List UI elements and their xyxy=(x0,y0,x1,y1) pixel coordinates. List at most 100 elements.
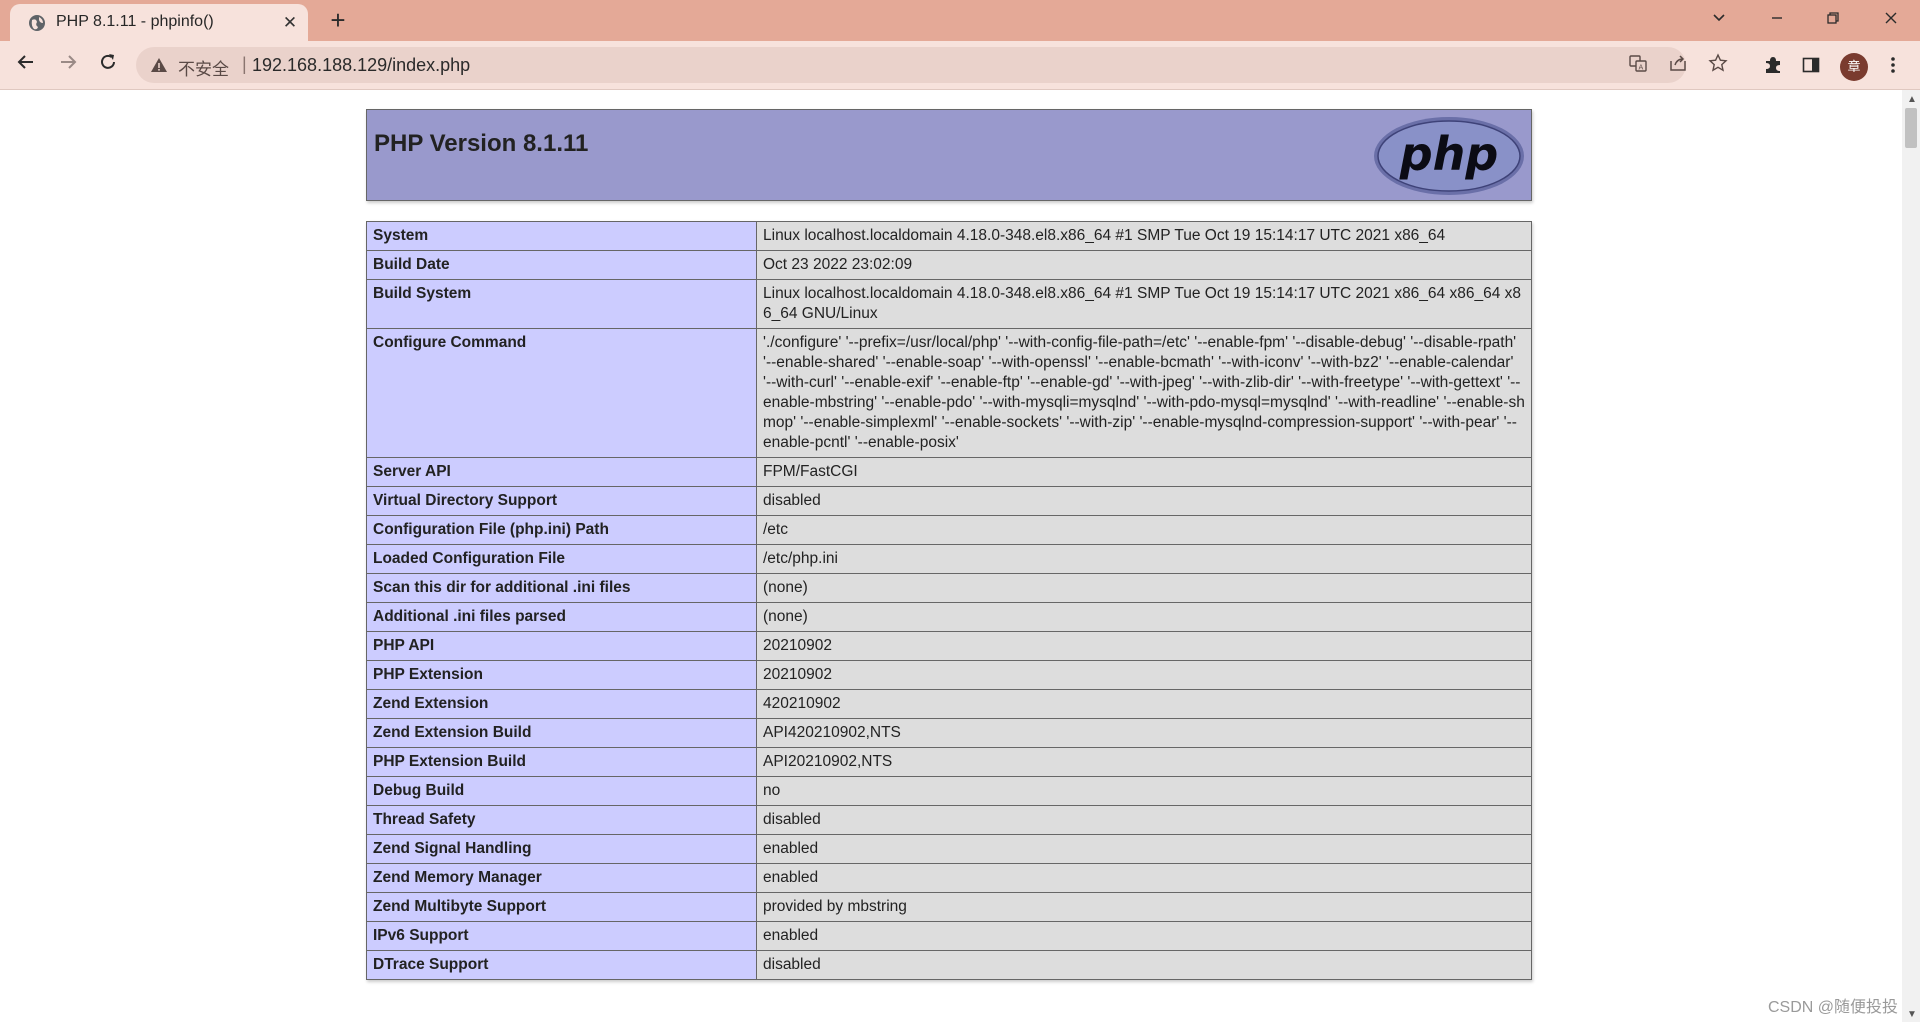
restore-icon[interactable] xyxy=(1818,8,1848,32)
table-row: Build System Linux localhost.localdomain … xyxy=(366,279,1532,329)
row-key: Loaded Configuration File xyxy=(366,544,757,574)
star-icon[interactable] xyxy=(1706,53,1730,77)
row-key: Additional .ini files parsed xyxy=(366,602,757,632)
table-row: Additional .ini files parsed (none) xyxy=(366,602,1532,632)
url-text[interactable]: 192.168.188.129/index.php xyxy=(252,55,470,76)
table-row: PHP API 20210902 xyxy=(366,631,1532,661)
forward-button[interactable] xyxy=(52,49,84,81)
row-key: PHP Extension xyxy=(366,660,757,690)
table-row: Configure Command './configure' '--prefix… xyxy=(366,328,1532,458)
profile-avatar[interactable]: 章 xyxy=(1840,53,1868,81)
row-key: Debug Build xyxy=(366,776,757,806)
table-row: Configuration File (php.ini) Path/etc xyxy=(366,515,1532,545)
page-viewport: PHP Version 8.1.11 php System Linux local… xyxy=(0,90,1902,1022)
page-scrollbar[interactable]: ▲ ▼ xyxy=(1902,90,1920,1022)
row-value: './configure' '--prefix=/usr/local/php' … xyxy=(756,328,1532,458)
row-value: disabled xyxy=(756,805,1532,835)
row-value: 20210902 xyxy=(756,660,1532,690)
table-row: Zend Extension 420210902 xyxy=(366,689,1532,719)
sidebar-icon[interactable] xyxy=(1798,55,1824,81)
row-key: Configuration File (php.ini) Path xyxy=(366,515,757,545)
row-value: Linux localhost.localdomain 4.18.0-348.e… xyxy=(756,279,1532,329)
table-row: Server API FPM/FastCGI xyxy=(366,457,1532,487)
reload-button[interactable] xyxy=(92,49,124,81)
table-row: Build Date Oct 23 2022 23:02:09 xyxy=(366,250,1532,280)
row-value: provided by mbstring xyxy=(756,892,1532,922)
table-row: Virtual Directory Support disabled xyxy=(366,486,1532,516)
row-key: Scan this dir for additional .ini files xyxy=(366,573,757,603)
table-row: Thread Safety disabled xyxy=(366,805,1532,835)
svg-text:php: php xyxy=(1399,127,1499,181)
translate-icon[interactable]: A xyxy=(1626,53,1650,77)
row-value: Linux localhost.localdomain 4.18.0-348.e… xyxy=(756,221,1532,251)
row-key: PHP Extension Build xyxy=(366,747,757,777)
new-tab-button[interactable]: + xyxy=(324,6,352,34)
table-row: Zend Multibyte Support provided by mbstri… xyxy=(366,892,1532,922)
browser-toolbar: 不安全 | 192.168.188.129/index.php A xyxy=(0,41,1920,90)
table-row: Zend Memory Manager enabled xyxy=(366,863,1532,893)
close-window-icon[interactable] xyxy=(1876,8,1906,32)
row-value: enabled xyxy=(756,834,1532,864)
table-row: PHP Extension Build API20210902,NTS xyxy=(366,747,1532,777)
share-icon[interactable] xyxy=(1666,53,1690,77)
table-row: Scan this dir for additional .ini files(… xyxy=(366,573,1532,603)
row-value: /etc/php.ini xyxy=(756,544,1532,574)
reload-icon xyxy=(101,54,115,69)
puzzle-icon[interactable] xyxy=(1760,55,1786,81)
table-row: Zend Extension Build API420210902,NTS xyxy=(366,718,1532,748)
row-key: Zend Signal Handling xyxy=(366,834,757,864)
row-key: Virtual Directory Support xyxy=(366,486,757,516)
row-value: Oct 23 2022 23:02:09 xyxy=(756,250,1532,280)
globe-icon xyxy=(29,15,45,31)
row-key: Configure Command xyxy=(366,328,757,458)
minimize-icon[interactable] xyxy=(1762,8,1792,32)
back-button[interactable] xyxy=(10,49,42,81)
url-separator: | xyxy=(242,54,247,74)
row-value: 420210902 xyxy=(756,689,1532,719)
row-key: Build System xyxy=(366,279,757,329)
kebab-menu-icon[interactable] xyxy=(1880,55,1906,81)
tab-search-chevron-icon[interactable] xyxy=(1704,8,1734,32)
row-value: API420210902,NTS xyxy=(756,718,1532,748)
row-key: Thread Safety xyxy=(366,805,757,835)
tab-close-icon[interactable]: ✕ xyxy=(280,13,300,33)
row-value: disabled xyxy=(756,486,1532,516)
table-row: IPv6 Support enabled xyxy=(366,921,1532,951)
row-key: Server API xyxy=(366,457,757,487)
row-value: /etc xyxy=(756,515,1532,545)
warning-icon[interactable] xyxy=(150,56,168,74)
table-row: DTrace Support disabled xyxy=(366,950,1532,980)
row-key: Zend Memory Manager xyxy=(366,863,757,893)
php-version-header: PHP Version 8.1.11 php xyxy=(366,109,1532,201)
row-value: no xyxy=(756,776,1532,806)
row-value: FPM/FastCGI xyxy=(756,457,1532,487)
scroll-up-arrow-icon[interactable]: ▲ xyxy=(1907,94,1917,105)
row-value: API20210902,NTS xyxy=(756,747,1532,777)
row-key: Build Date xyxy=(366,250,757,280)
address-bar[interactable]: 不安全 | 192.168.188.129/index.php A xyxy=(136,47,1728,83)
table-row: System Linux localhost.localdomain 4.18.0… xyxy=(366,221,1532,251)
tab-strip: PHP 8.1.11 - phpinfo() ✕ + xyxy=(0,0,1920,41)
row-key: Zend Multibyte Support xyxy=(366,892,757,922)
svg-text:A: A xyxy=(1639,64,1644,72)
table-row: Debug Build no xyxy=(366,776,1532,806)
insecure-label[interactable]: 不安全 xyxy=(178,55,229,80)
row-value: enabled xyxy=(756,921,1532,951)
scrollbar-thumb[interactable] xyxy=(1905,108,1917,148)
row-key: Zend Extension Build xyxy=(366,718,757,748)
row-key: PHP API xyxy=(366,631,757,661)
tab-phpinfo[interactable]: PHP 8.1.11 - phpinfo() ✕ xyxy=(10,4,308,41)
table-row: Zend Signal Handling enabled xyxy=(366,834,1532,864)
row-key: IPv6 Support xyxy=(366,921,757,951)
table-row: PHP Extension 20210902 xyxy=(366,660,1532,690)
tab-title: PHP 8.1.11 - phpinfo() xyxy=(56,13,214,30)
page-title: PHP Version 8.1.11 xyxy=(374,130,589,157)
row-value: (none) xyxy=(756,573,1532,603)
scroll-down-arrow-icon[interactable]: ▼ xyxy=(1907,1009,1917,1020)
row-value: disabled xyxy=(756,950,1532,980)
phpinfo-container: PHP Version 8.1.11 php System Linux local… xyxy=(366,109,1532,980)
row-key: Zend Extension xyxy=(366,689,757,719)
row-value: enabled xyxy=(756,863,1532,893)
row-key: DTrace Support xyxy=(366,950,757,980)
php-logo[interactable]: php xyxy=(1372,115,1526,197)
